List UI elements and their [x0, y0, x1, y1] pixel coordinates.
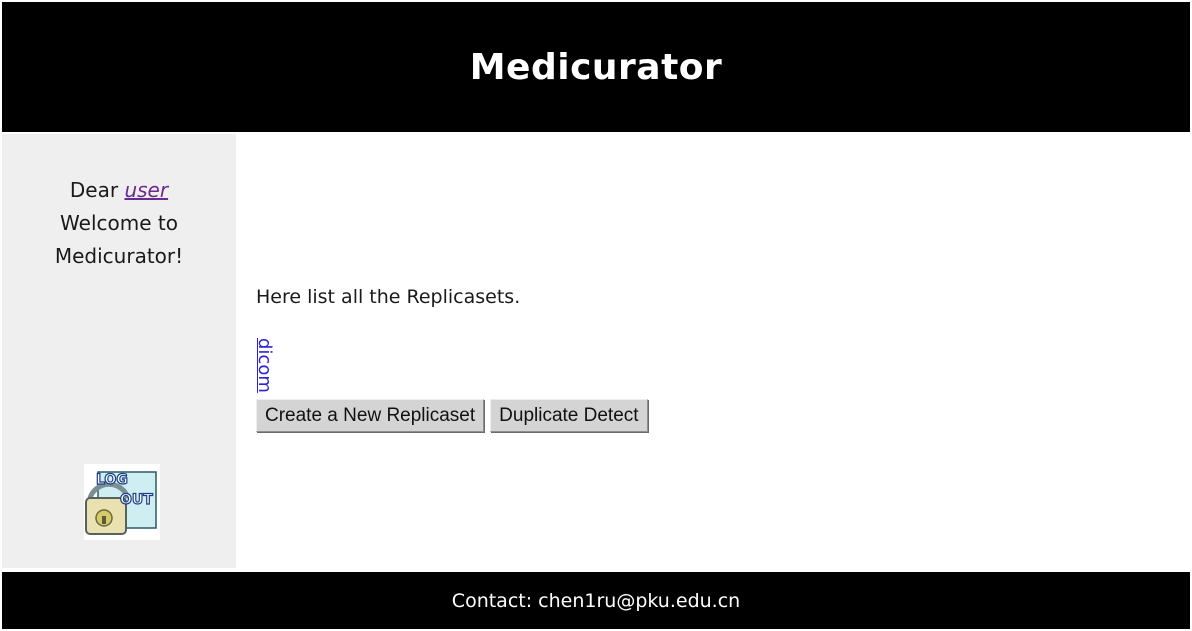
- greeting-line: Dear user: [2, 174, 236, 207]
- create-replicaset-button[interactable]: Create a New Replicaset: [256, 399, 485, 432]
- replicaset-link[interactable]: dicom: [254, 338, 275, 398]
- contact-text: Contact: chen1ru@pku.edu.cn: [451, 589, 741, 612]
- welcome-line-1: Welcome to: [60, 211, 178, 235]
- sidebar: Dear user Welcome to Medicurator! LOG OU…: [2, 134, 236, 568]
- greeting-prefix: Dear: [69, 178, 119, 202]
- main-content: Here list all the Replicasets. dicom Cre…: [254, 134, 1186, 568]
- welcome-message: Dear user Welcome to Medicurator!: [2, 174, 236, 273]
- action-buttons: Create a New Replicaset Duplicate Detect: [256, 399, 648, 432]
- duplicate-detect-button[interactable]: Duplicate Detect: [490, 399, 648, 432]
- header-bar: Medicurator: [2, 2, 1190, 132]
- logout-button[interactable]: LOG OUT: [84, 464, 160, 540]
- username-link[interactable]: user: [124, 178, 168, 202]
- logout-padlock-icon: LOG OUT: [85, 471, 157, 535]
- logout-label-bottom: OUT: [120, 492, 153, 508]
- logout-label-top: LOG: [96, 472, 128, 488]
- welcome-line-2: Medicurator!: [54, 244, 184, 268]
- page-title: Medicurator: [469, 46, 723, 88]
- intro-text: Here list all the Replicasets.: [256, 286, 521, 308]
- footer-bar: Contact: chen1ru@pku.edu.cn: [2, 572, 1190, 629]
- page: Medicurator Dear user Welcome to Medicur…: [0, 0, 1192, 631]
- replicaset-link-label: dicom: [254, 338, 275, 393]
